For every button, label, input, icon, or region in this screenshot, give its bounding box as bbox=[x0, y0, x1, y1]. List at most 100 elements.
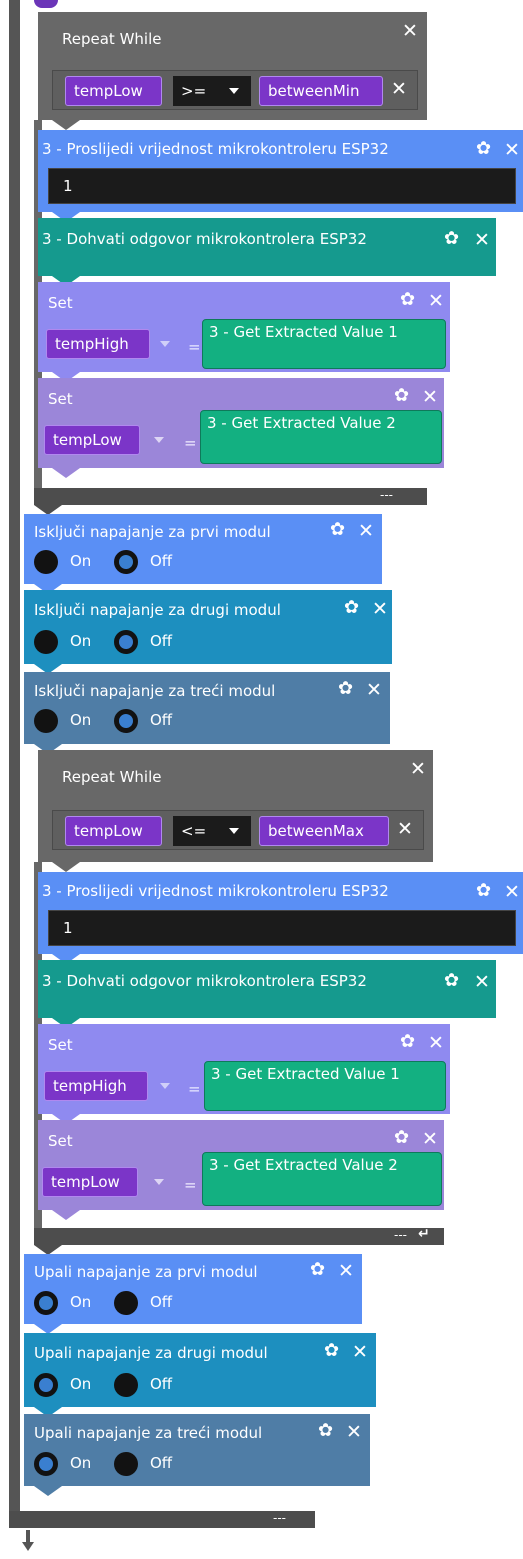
power-block-label: Upali napajanje za drugi modul bbox=[34, 1344, 268, 1362]
power-on-module-3[interactable]: Upali napajanje za treći modul ✿ ✕ On Of… bbox=[24, 1414, 370, 1486]
gear-icon[interactable]: ✿ bbox=[310, 1261, 325, 1279]
close-icon[interactable]: ✕ bbox=[391, 80, 407, 99]
condition-left-variable[interactable]: tempLow bbox=[65, 816, 162, 846]
radio-off[interactable] bbox=[114, 550, 138, 574]
radio-on[interactable] bbox=[34, 550, 58, 574]
condition-right-variable[interactable]: betweenMax bbox=[259, 816, 389, 846]
gear-icon[interactable]: ✿ bbox=[400, 291, 415, 309]
chevron-down-icon[interactable] bbox=[154, 437, 164, 443]
outer-loop-footer: --- bbox=[9, 1511, 315, 1528]
close-icon[interactable]: ✕ bbox=[372, 600, 388, 619]
return-icon[interactable]: ↵ bbox=[418, 1227, 430, 1242]
radio-off[interactable] bbox=[114, 1373, 138, 1397]
gear-icon[interactable]: ✿ bbox=[476, 882, 491, 900]
close-icon[interactable]: ✕ bbox=[358, 522, 374, 541]
radio-off[interactable] bbox=[114, 1291, 138, 1315]
condition-row: tempLow >= betweenMin ✕ bbox=[52, 70, 418, 110]
gear-icon[interactable]: ✿ bbox=[444, 972, 459, 990]
close-icon[interactable]: ✕ bbox=[474, 231, 490, 250]
extracted-value[interactable]: 3 - Get Extracted Value 2 bbox=[200, 410, 442, 464]
close-icon[interactable]: ✕ bbox=[428, 292, 444, 311]
operator-select[interactable]: >= bbox=[173, 76, 251, 106]
radio-on-label: On bbox=[70, 552, 92, 570]
close-icon[interactable]: ✕ bbox=[410, 760, 426, 779]
operator-select[interactable]: <= bbox=[173, 816, 251, 846]
set-block-templow[interactable]: Set ✿ ✕ tempLow = 3 - Get Extracted Valu… bbox=[38, 1120, 444, 1210]
close-icon[interactable]: ✕ bbox=[346, 1423, 362, 1442]
close-icon[interactable]: ✕ bbox=[428, 1034, 444, 1053]
set-variable[interactable]: tempLow bbox=[42, 1167, 138, 1197]
gear-icon[interactable]: ✿ bbox=[318, 1422, 333, 1440]
set-block-templow[interactable]: Set ✿ ✕ tempLow = 3 - Get Extracted Valu… bbox=[38, 378, 444, 468]
operator-value: <= bbox=[181, 822, 207, 840]
send-value-input[interactable]: 1 bbox=[48, 910, 516, 946]
set-variable[interactable]: tempLow bbox=[44, 425, 140, 455]
gear-icon[interactable]: ✿ bbox=[330, 521, 345, 539]
repeat-while-block-2[interactable]: Repeat While ✕ tempLow <= betweenMax ✕ bbox=[38, 750, 433, 862]
receive-response-block[interactable]: 3 - Dohvati odgovor mikrokontrolera ESP3… bbox=[38, 960, 496, 1018]
close-icon[interactable]: ✕ bbox=[422, 1130, 438, 1149]
radio-off[interactable] bbox=[114, 630, 138, 654]
close-icon[interactable]: ✕ bbox=[504, 883, 520, 902]
power-off-module-3[interactable]: Isključi napajanje za treći modul ✿ ✕ On… bbox=[24, 672, 390, 744]
gear-icon[interactable]: ✿ bbox=[400, 1033, 415, 1051]
extracted-value[interactable]: 3 - Get Extracted Value 2 bbox=[202, 1152, 442, 1206]
receive-block-label: Dohvati odgovor mikrokontrolera ESP32 bbox=[66, 972, 367, 990]
close-icon[interactable]: ✕ bbox=[397, 820, 413, 839]
set-block-temphigh[interactable]: Set ✿ ✕ tempHigh = 3 - Get Extracted Val… bbox=[38, 1024, 450, 1114]
send-block-label: Proslijedi vrijednost mikrokontroleru ES… bbox=[66, 882, 389, 900]
gear-icon[interactable]: ✿ bbox=[444, 230, 459, 248]
set-label: Set bbox=[48, 1036, 73, 1054]
send-value-block[interactable]: 3 - Proslijedi vrijednost mikrokontroler… bbox=[38, 872, 523, 954]
radio-off-label: Off bbox=[150, 1375, 173, 1393]
close-icon[interactable]: ✕ bbox=[338, 1262, 354, 1281]
outer-loop-spine bbox=[9, 0, 20, 1528]
power-on-module-1[interactable]: Upali napajanje za prvi modul ✿ ✕ On Off bbox=[24, 1254, 362, 1324]
power-off-module-2[interactable]: Isključi napajanje za drugi modul ✿ ✕ On… bbox=[24, 590, 392, 664]
radio-on[interactable] bbox=[34, 630, 58, 654]
gear-icon[interactable]: ✿ bbox=[394, 387, 409, 405]
receive-response-block[interactable]: 3 - Dohvati odgovor mikrokontrolera ESP3… bbox=[38, 218, 496, 276]
chevron-down-icon[interactable] bbox=[154, 1179, 164, 1185]
condition-right-variable[interactable]: betweenMin bbox=[259, 76, 383, 106]
power-on-module-2[interactable]: Upali napajanje za drugi modul ✿ ✕ On Of… bbox=[24, 1333, 376, 1407]
connector-notch bbox=[34, 1486, 62, 1496]
extracted-value[interactable]: 3 - Get Extracted Value 1 bbox=[202, 319, 446, 369]
close-icon[interactable]: ✕ bbox=[504, 141, 520, 160]
radio-on-label: On bbox=[70, 632, 92, 650]
send-value-input[interactable]: 1 bbox=[48, 168, 516, 204]
gear-icon[interactable]: ✿ bbox=[394, 1129, 409, 1147]
chevron-down-icon[interactable] bbox=[160, 1083, 170, 1089]
extracted-value[interactable]: 3 - Get Extracted Value 1 bbox=[204, 1061, 446, 1111]
radio-off[interactable] bbox=[114, 1452, 138, 1476]
radio-on-label: On bbox=[70, 1454, 92, 1472]
equals-sign: = bbox=[188, 1080, 201, 1098]
set-block-temphigh[interactable]: Set ✿ ✕ tempHigh = 3 - Get Extracted Val… bbox=[38, 282, 450, 372]
close-icon[interactable]: ✕ bbox=[474, 973, 490, 992]
radio-on[interactable] bbox=[34, 1373, 58, 1397]
close-icon[interactable]: ✕ bbox=[402, 22, 418, 41]
radio-off[interactable] bbox=[114, 709, 138, 733]
send-value-block[interactable]: 3 - Proslijedi vrijednost mikrokontroler… bbox=[38, 130, 523, 212]
gear-icon[interactable]: ✿ bbox=[338, 680, 353, 698]
radio-on[interactable] bbox=[34, 1291, 58, 1315]
gear-icon[interactable]: ✿ bbox=[344, 599, 359, 617]
power-off-module-1[interactable]: Isključi napajanje za prvi modul ✿ ✕ On … bbox=[24, 514, 382, 584]
chevron-down-icon bbox=[229, 828, 239, 834]
close-icon[interactable]: ✕ bbox=[422, 388, 438, 407]
close-icon[interactable]: ✕ bbox=[352, 1343, 368, 1362]
set-variable[interactable]: tempHigh bbox=[46, 329, 150, 359]
close-icon[interactable]: ✕ bbox=[366, 681, 382, 700]
repeat-while-title: Repeat While bbox=[62, 30, 162, 48]
set-variable[interactable]: tempHigh bbox=[44, 1071, 148, 1101]
radio-on[interactable] bbox=[34, 1452, 58, 1476]
connector-notch bbox=[52, 1210, 80, 1220]
condition-left-variable[interactable]: tempLow bbox=[65, 76, 162, 106]
gear-icon[interactable]: ✿ bbox=[476, 140, 491, 158]
equals-sign: = bbox=[184, 434, 197, 452]
gear-icon[interactable]: ✿ bbox=[324, 1342, 339, 1360]
radio-on[interactable] bbox=[34, 709, 58, 733]
repeat-while-block-1[interactable]: Repeat While ✕ tempLow >= betweenMin ✕ bbox=[38, 12, 427, 120]
radio-off-label: Off bbox=[150, 632, 173, 650]
chevron-down-icon[interactable] bbox=[160, 341, 170, 347]
